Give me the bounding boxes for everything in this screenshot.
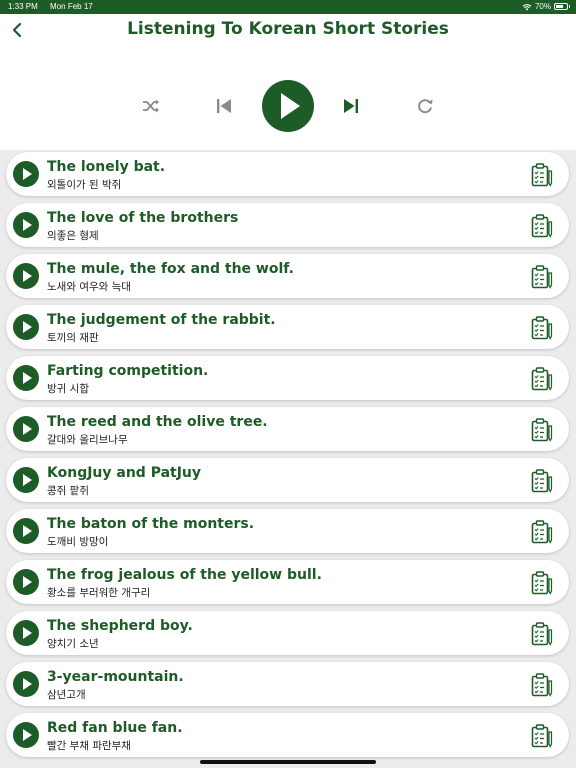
shuffle-icon[interactable] (142, 98, 160, 114)
play-icon (23, 525, 32, 537)
play-icon (23, 219, 32, 231)
status-time: 1:33 PM (8, 2, 38, 11)
story-play-button[interactable] (13, 416, 39, 442)
clipboard-notes-icon[interactable] (531, 316, 553, 340)
story-korean-title: 토끼의 재판 (47, 332, 99, 344)
story-korean-title: 외톨이가 된 박쥐 (47, 179, 122, 191)
clipboard-notes-icon[interactable] (531, 265, 553, 289)
story-list-item[interactable]: The lonely bat. 외톨이가 된 박쥐 (6, 152, 569, 196)
story-list-item[interactable]: 3-year-mountain. 삼년고개 (6, 662, 569, 706)
clipboard-notes-icon[interactable] (531, 571, 553, 595)
clipboard-notes-icon[interactable] (531, 163, 553, 187)
story-play-button[interactable] (13, 263, 39, 289)
story-play-button[interactable] (13, 569, 39, 595)
story-list-item[interactable]: The mule, the fox and the wolf. 노새와 여우와 늑… (6, 254, 569, 298)
play-icon (23, 729, 32, 741)
story-title: The lonely bat. (47, 159, 166, 175)
play-button[interactable] (262, 80, 314, 132)
battery-icon (554, 3, 570, 10)
clipboard-notes-icon[interactable] (531, 367, 553, 391)
clipboard-notes-icon[interactable] (531, 214, 553, 238)
story-korean-title: 빨간 부채 파란부채 (47, 740, 131, 752)
story-korean-title: 의좋은 형제 (47, 230, 99, 242)
story-korean-title: 방귀 시합 (47, 383, 89, 395)
play-icon (23, 168, 32, 180)
clipboard-notes-icon[interactable] (531, 520, 553, 544)
play-icon (23, 321, 32, 333)
story-list-item[interactable]: The love of the brothers 의좋은 형제 (6, 203, 569, 247)
story-title: The frog jealous of the yellow bull. (47, 567, 322, 583)
story-list-item[interactable]: The reed and the olive tree. 갈대와 올리브나무 (6, 407, 569, 451)
story-korean-title: 콩쥐 팥쥐 (47, 485, 89, 497)
story-play-button[interactable] (13, 620, 39, 646)
play-icon (23, 372, 32, 384)
story-title: 3-year-mountain. (47, 669, 184, 685)
story-play-button[interactable] (13, 365, 39, 391)
status-bar: 1:33 PM Mon Feb 17 70% (0, 0, 576, 14)
story-korean-title: 양치기 소년 (47, 638, 99, 650)
story-title: The judgement of the rabbit. (47, 312, 276, 328)
story-list-item[interactable]: Farting competition. 방귀 시합 (6, 356, 569, 400)
story-list-item[interactable]: KongJuy and PatJuy 콩쥐 팥쥐 (6, 458, 569, 502)
clipboard-notes-icon[interactable] (531, 418, 553, 442)
battery-percent: 70% (534, 2, 551, 11)
page-title: Listening To Korean Short Stories (127, 19, 449, 39)
story-play-button[interactable] (13, 722, 39, 748)
clipboard-notes-icon[interactable] (531, 622, 553, 646)
play-icon (23, 576, 32, 588)
story-korean-title: 노새와 여우와 늑대 (47, 281, 131, 293)
home-indicator[interactable] (200, 760, 376, 764)
story-title: Red fan blue fan. (47, 720, 183, 736)
story-play-button[interactable] (13, 161, 39, 187)
story-list-item[interactable]: Red fan blue fan. 빨간 부채 파란부채 (6, 713, 569, 757)
story-korean-title: 도깨비 방망이 (47, 536, 109, 548)
wifi-icon (522, 3, 532, 10)
player-controls (0, 80, 576, 132)
skip-next-icon[interactable] (343, 97, 359, 115)
skip-previous-icon[interactable] (216, 97, 232, 115)
story-list-item[interactable]: The judgement of the rabbit. 토끼의 재판 (6, 305, 569, 349)
story-list-item[interactable]: The shepherd boy. 양치기 소년 (6, 611, 569, 655)
status-date: Mon Feb 17 (50, 2, 93, 11)
story-play-button[interactable] (13, 518, 39, 544)
story-list-item[interactable]: The baton of the monters. 도깨비 방망이 (6, 509, 569, 553)
story-play-button[interactable] (13, 671, 39, 697)
story-title: Farting competition. (47, 363, 209, 379)
play-icon (23, 678, 32, 690)
clipboard-notes-icon[interactable] (531, 724, 553, 748)
story-play-button[interactable] (13, 314, 39, 340)
repeat-icon[interactable] (416, 97, 434, 115)
play-icon (23, 474, 32, 486)
story-title: KongJuy and PatJuy (47, 465, 202, 481)
play-icon (23, 627, 32, 639)
story-title: The reed and the olive tree. (47, 414, 268, 430)
clipboard-notes-icon[interactable] (531, 673, 553, 697)
story-title: The baton of the monters. (47, 516, 255, 532)
story-list-item[interactable]: The frog jealous of the yellow bull. 황소를 … (6, 560, 569, 604)
story-play-button[interactable] (13, 212, 39, 238)
story-korean-title: 황소를 부러워한 개구리 (47, 587, 151, 599)
play-icon (23, 423, 32, 435)
story-korean-title: 갈대와 올리브나무 (47, 434, 128, 446)
play-icon (23, 270, 32, 282)
story-title: The mule, the fox and the wolf. (47, 261, 294, 277)
play-icon (281, 93, 300, 119)
story-play-button[interactable] (13, 467, 39, 493)
clipboard-notes-icon[interactable] (531, 469, 553, 493)
story-title: The shepherd boy. (47, 618, 193, 634)
story-korean-title: 삼년고개 (47, 689, 86, 701)
player-header: Listening To Korean Short Stories (0, 14, 576, 150)
story-title: The love of the brothers (47, 210, 239, 226)
